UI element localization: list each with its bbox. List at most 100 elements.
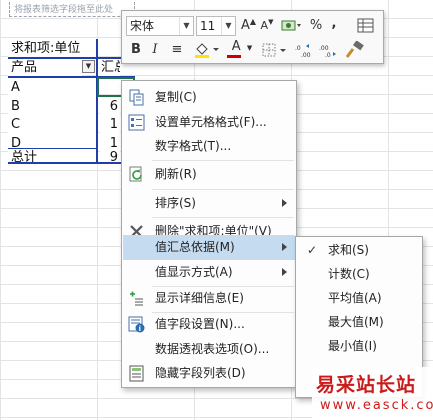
font-name-dropdown-icon[interactable]: ▼ bbox=[179, 17, 193, 35]
menu-separator bbox=[152, 189, 294, 190]
shrink-font-icon: A bbox=[260, 19, 269, 32]
submenu-item-min[interactable]: 最小值(I) bbox=[297, 334, 421, 358]
menu-item-refresh[interactable]: 刷新(R) bbox=[123, 162, 295, 187]
report-filter-drop-zone[interactable]: 将报表筛选字段拖至此处 bbox=[9, 2, 135, 17]
row-label-header[interactable]: 产品 bbox=[8, 58, 82, 77]
font-size-dropdown-icon[interactable]: ▼ bbox=[221, 17, 235, 35]
menu-item-show-values-as[interactable]: 值显示方式(A) bbox=[123, 260, 295, 285]
field-list-icon bbox=[129, 365, 144, 382]
font-name-combo[interactable]: 宋体 ▼ bbox=[126, 16, 194, 36]
font-name-value: 宋体 bbox=[130, 19, 155, 33]
menu-item-show-values-as-label: 值显示方式(A) bbox=[155, 265, 233, 279]
grow-font-button[interactable]: A▲ bbox=[241, 16, 256, 36]
table-format-icon bbox=[357, 18, 374, 32]
shrink-font-button[interactable]: A▼ bbox=[260, 16, 274, 36]
menu-item-copy[interactable]: 复制(C) bbox=[123, 85, 295, 110]
site-watermark: 易采站长站 www.easck.com bbox=[312, 367, 433, 420]
checkmark-icon: ✓ bbox=[307, 243, 318, 257]
percent-style-button[interactable]: % bbox=[308, 16, 324, 36]
row-value-c[interactable]: 1 bbox=[100, 115, 120, 134]
font-color-icon: A bbox=[231, 39, 241, 54]
row-filter-dropdown-icon[interactable]: ▼ bbox=[82, 60, 95, 73]
menu-item-sort[interactable]: 排序(S) bbox=[123, 191, 295, 216]
center-align-icon: ≡ bbox=[171, 42, 183, 57]
center-align-button[interactable]: ≡ bbox=[168, 40, 186, 60]
menu-item-pivottable-options[interactable]: 数据透视表选项(O)... bbox=[123, 337, 295, 362]
comma-style-icon: , bbox=[331, 16, 337, 31]
decrease-decimal-icon: .0.00 bbox=[295, 43, 311, 59]
format-painter-button[interactable] bbox=[344, 39, 366, 60]
submenu-item-average-label: 平均值(A) bbox=[328, 291, 382, 305]
paintbrush-icon bbox=[345, 39, 364, 58]
menu-item-pivottable-options-label: 数据透视表选项(O)... bbox=[155, 342, 270, 356]
pivot-border-column bbox=[96, 39, 98, 164]
accounting-format-button[interactable] bbox=[279, 16, 303, 36]
italic-icon: I bbox=[152, 42, 158, 57]
svg-text:.0: .0 bbox=[325, 52, 331, 58]
bold-icon: B bbox=[131, 42, 141, 57]
menu-item-copy-label: 复制(C) bbox=[155, 90, 197, 104]
row-label-a[interactable]: A bbox=[8, 78, 96, 97]
fill-color-icon bbox=[195, 42, 219, 58]
row-value-b[interactable]: 6 bbox=[100, 97, 120, 116]
increase-decimal-icon: .00.0 bbox=[319, 45, 336, 59]
menu-item-format-cells-label: 设置单元格格式(F)... bbox=[155, 115, 267, 129]
menu-item-summarize-label: 值汇总依据(M) bbox=[155, 240, 235, 254]
bold-button[interactable]: B bbox=[128, 40, 144, 60]
comma-style-button[interactable]: , bbox=[327, 14, 341, 34]
watermark-url: www.easck.com bbox=[320, 398, 433, 413]
menu-item-summarize-values-by[interactable]: 值汇总依据(M) bbox=[123, 235, 295, 260]
submenu-item-max[interactable]: 最大值(M) bbox=[297, 310, 421, 334]
font-size-combo[interactable]: 11 ▼ bbox=[196, 16, 236, 36]
pivot-border-total bbox=[8, 148, 98, 149]
context-menu: 复制(C) 设置单元格格式(F)... 数字格式(T)... 刷新(R) 排序(… bbox=[121, 80, 297, 388]
borders-icon bbox=[262, 43, 286, 56]
menu-item-value-field-settings[interactable]: i 值字段设置(N)... bbox=[123, 312, 295, 337]
font-color-button[interactable]: A ▼ bbox=[226, 39, 256, 60]
sum-column-header[interactable]: 汇总 bbox=[98, 58, 120, 77]
submenu-item-average[interactable]: 平均值(A) bbox=[297, 286, 421, 310]
submenu-arrow-icon bbox=[282, 199, 287, 207]
submenu-item-sum-label: 求和(S) bbox=[328, 243, 369, 257]
menu-item-format-cells[interactable]: 设置单元格格式(F)... bbox=[123, 110, 295, 135]
show-details-icon bbox=[130, 291, 143, 306]
row-label-c[interactable]: C bbox=[8, 115, 96, 134]
menu-item-refresh-label: 刷新(R) bbox=[155, 167, 197, 181]
fill-color-button[interactable] bbox=[192, 40, 222, 60]
italic-button[interactable]: I bbox=[148, 40, 162, 60]
field-settings-icon: i bbox=[128, 316, 145, 333]
refresh-icon bbox=[129, 166, 142, 182]
svg-text:.0: .0 bbox=[295, 45, 301, 52]
submenu-item-sum[interactable]: ✓ 求和(S) bbox=[297, 238, 421, 262]
menu-item-hide-field-list[interactable]: 隐藏字段列表(D) bbox=[123, 361, 295, 386]
grand-total-value[interactable]: 9 bbox=[100, 148, 120, 167]
menu-item-value-field-settings-label: 值字段设置(N)... bbox=[155, 317, 245, 331]
svg-text:i: i bbox=[139, 325, 141, 333]
format-painter-table-button[interactable] bbox=[356, 16, 376, 36]
menu-separator bbox=[152, 160, 294, 161]
increase-decimal-button[interactable]: .00.0 bbox=[318, 40, 338, 60]
mini-toolbar: 宋体 ▼ 11 ▼ A▲ A▼ % , B I ≡ A ▼ .0 .00 .00… bbox=[121, 10, 384, 64]
menu-item-sort-label: 排序(S) bbox=[155, 196, 196, 210]
pivot-border-bottom bbox=[8, 162, 135, 164]
copy-icon bbox=[129, 89, 144, 106]
borders-button[interactable] bbox=[260, 40, 290, 60]
percent-style-icon: % bbox=[309, 18, 323, 33]
svg-text:.00: .00 bbox=[319, 45, 329, 52]
menu-item-hide-field-list-label: 隐藏字段列表(D) bbox=[155, 366, 246, 380]
format-cells-icon bbox=[128, 114, 145, 131]
row-label-b[interactable]: B bbox=[8, 97, 96, 116]
menu-item-number-format-label: 数字格式(T)... bbox=[155, 139, 232, 153]
menu-item-show-details[interactable]: 显示详细信息(E) bbox=[123, 286, 295, 311]
decrease-decimal-button[interactable]: .0.00 bbox=[294, 40, 314, 60]
font-size-value: 11 bbox=[200, 19, 216, 33]
menu-item-number-format[interactable]: 数字格式(T)... bbox=[123, 134, 295, 159]
grow-font-icon: A bbox=[241, 18, 250, 33]
submenu-item-count-label: 计数(C) bbox=[328, 267, 370, 281]
submenu-item-count[interactable]: 计数(C) bbox=[297, 262, 421, 286]
submenu-arrow-icon bbox=[282, 268, 287, 276]
pivot-value-header[interactable]: 求和项:单位 bbox=[8, 39, 97, 58]
pivot-border-top bbox=[8, 57, 135, 59]
grand-total-label[interactable]: 总计 bbox=[8, 148, 96, 167]
menu-item-show-details-label: 显示详细信息(E) bbox=[155, 291, 244, 305]
